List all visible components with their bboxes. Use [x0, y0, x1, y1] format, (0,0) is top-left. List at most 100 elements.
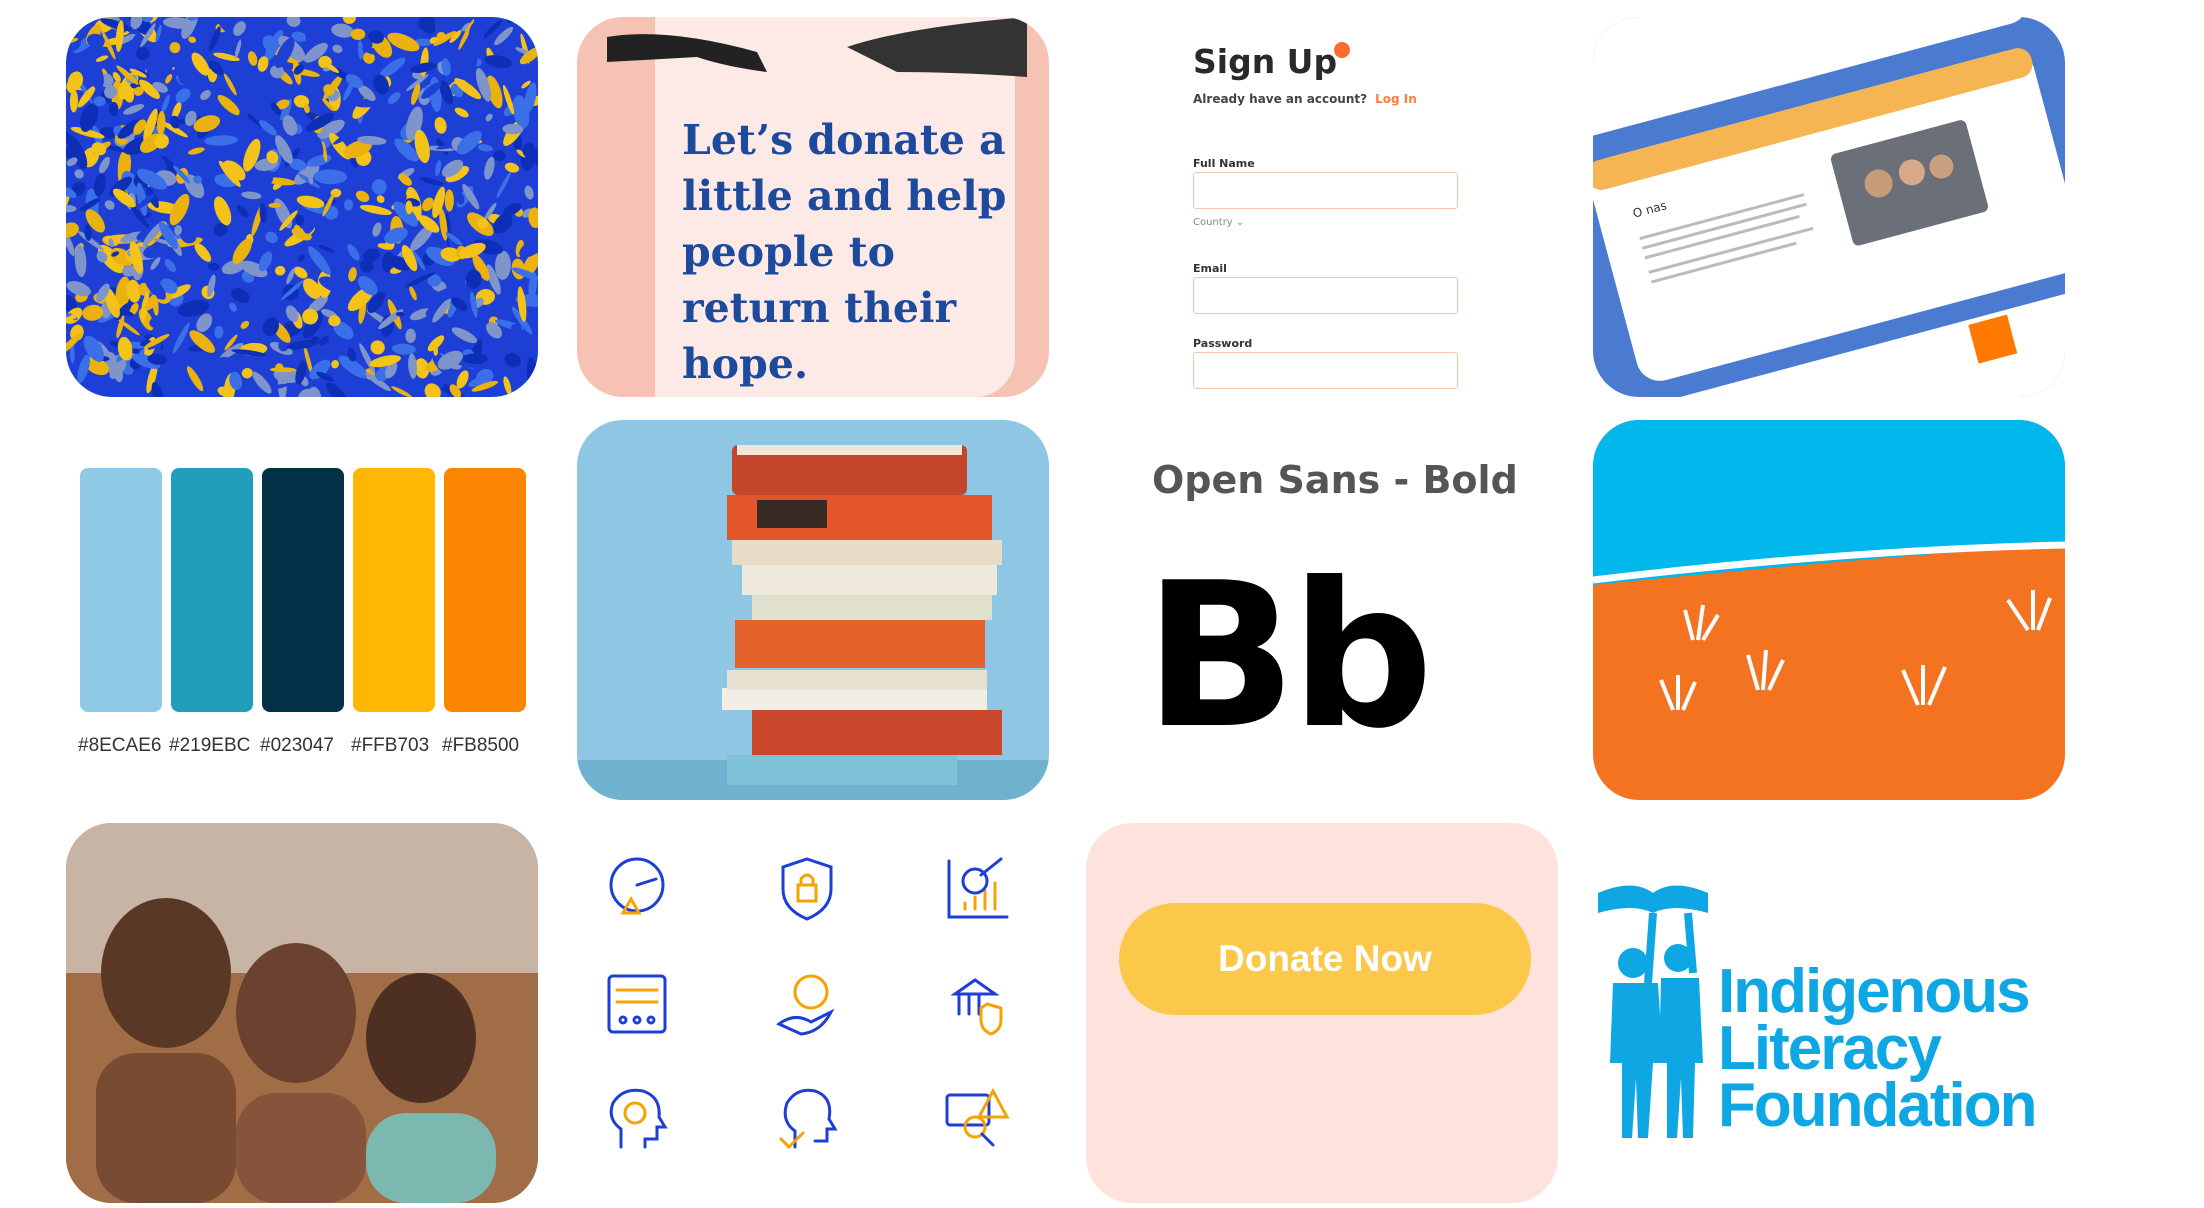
hands-image — [607, 17, 1027, 77]
pattern-fleck — [405, 328, 416, 344]
bank-shield-icon — [941, 968, 1013, 1040]
country-select[interactable]: Country ⌄ — [1193, 217, 1244, 228]
pattern-fleck — [391, 343, 416, 355]
pattern-fleck — [519, 47, 538, 65]
pattern-fleck — [181, 48, 191, 62]
signup-subtitle: Already have an account? Log In — [1193, 92, 1417, 106]
pattern-fleck — [252, 371, 272, 394]
pattern-fleck — [175, 88, 191, 103]
pattern-fleck — [526, 357, 538, 393]
shield-lock-icon — [771, 853, 843, 925]
pattern-fleck — [204, 135, 238, 146]
pattern-fleck — [325, 222, 343, 234]
icon-set — [577, 823, 1049, 1203]
pattern-fleck — [108, 102, 119, 117]
login-link[interactable]: Log In — [1375, 92, 1417, 106]
pattern-fleck — [207, 262, 220, 271]
pattern-fleck — [66, 205, 77, 213]
full-name-input[interactable] — [1193, 172, 1458, 209]
pattern-fleck — [66, 379, 78, 397]
logo-line: Literacy — [1718, 1014, 1942, 1083]
children-photo — [66, 823, 538, 1203]
color-swatch — [353, 468, 435, 712]
pattern-fleck — [214, 325, 224, 339]
pattern-fleck — [435, 160, 442, 176]
pattern-fleck — [477, 144, 493, 152]
pattern-fleck — [208, 26, 221, 52]
color-swatch — [171, 468, 253, 712]
pattern-fleck — [418, 177, 444, 186]
website-mockup: O nas — [1593, 17, 2065, 397]
books-graphic — [577, 445, 1049, 800]
swatch-hex-label: #219EBC — [169, 735, 251, 756]
signup-form-mockup: Sign Up Already have an account? Log In F… — [1086, 17, 1558, 397]
pattern-fleck — [229, 302, 237, 312]
pattern-fleck — [99, 156, 110, 174]
country-label: Country — [1193, 217, 1233, 228]
pattern-fleck — [495, 250, 511, 280]
pattern-fleck — [204, 380, 215, 397]
pattern-fleck — [526, 17, 538, 28]
swatch-hex-label: #FFB703 — [351, 735, 430, 756]
pattern-fleck — [348, 267, 357, 282]
pattern-fleck — [375, 117, 391, 131]
pattern-fleck — [89, 63, 104, 90]
pattern-fleck — [444, 189, 454, 212]
subtitle-text: Already have an account? — [1193, 92, 1368, 106]
pattern-graphic — [66, 17, 538, 397]
poster-text: Let’s donate a little and help people to… — [682, 116, 1007, 388]
logo-line: Foundation — [1718, 1071, 2037, 1140]
pattern-fleck — [524, 185, 534, 200]
hand-dollar-icon — [771, 968, 843, 1040]
pattern-fleck — [241, 367, 253, 379]
pattern-fleck — [286, 17, 301, 27]
pattern-fleck — [66, 222, 79, 238]
pattern-fleck — [343, 199, 354, 211]
pattern-fleck — [462, 353, 489, 365]
email-label: Email — [1193, 262, 1227, 275]
donate-now-button[interactable]: Donate Now — [1119, 903, 1531, 1015]
pattern-fleck — [319, 336, 330, 346]
logo-line: Indigenous — [1718, 957, 2031, 1026]
pattern-fleck — [355, 190, 370, 203]
head-brain-icon — [601, 1083, 673, 1155]
signup-title: Sign Up — [1193, 42, 1338, 81]
font-sample: Bb — [1144, 540, 1434, 773]
pattern-fleck — [466, 321, 478, 326]
pattern-fleck — [188, 36, 197, 43]
pattern-fleck — [318, 245, 335, 253]
swatch-hex-label: #023047 — [260, 735, 334, 756]
grass-illustration — [1593, 420, 2065, 800]
pattern-fleck — [372, 222, 382, 237]
pattern-fleck — [164, 259, 176, 273]
typography-sample: Open Sans - Bold Bb — [1086, 420, 1558, 800]
control-panel-icon — [601, 968, 673, 1040]
pattern-fleck — [370, 340, 385, 355]
logo-text: Indigenous Literacy Foundation — [1718, 957, 2037, 1140]
password-input[interactable] — [1193, 352, 1458, 389]
pattern-fleck — [223, 73, 237, 96]
pattern-fleck — [247, 51, 258, 66]
email-input[interactable] — [1193, 277, 1458, 314]
pattern-fleck — [342, 17, 357, 24]
pattern-fleck — [238, 105, 249, 124]
pattern-fleck — [200, 90, 211, 101]
pattern-fleck — [241, 191, 262, 200]
speedometer-warning-icon — [601, 853, 673, 925]
pattern-fleck — [331, 359, 340, 369]
pattern-fleck — [506, 17, 522, 24]
pattern-fleck — [409, 286, 417, 301]
pattern-fleck — [359, 204, 392, 215]
chevron-down-icon: ⌄ — [1235, 217, 1245, 228]
pattern-fleck — [485, 113, 493, 122]
pattern-fleck — [161, 94, 170, 113]
pattern-fleck — [217, 94, 241, 116]
pattern-fleck — [74, 169, 84, 179]
pattern-fleck — [408, 353, 417, 379]
books-stack-photo — [577, 420, 1049, 800]
pattern-fleck — [265, 231, 278, 244]
pattern-fleck — [186, 366, 204, 392]
full-name-label: Full Name — [1193, 157, 1255, 170]
pattern-fleck — [165, 386, 179, 397]
logo-children-graphic — [1598, 885, 1708, 1138]
